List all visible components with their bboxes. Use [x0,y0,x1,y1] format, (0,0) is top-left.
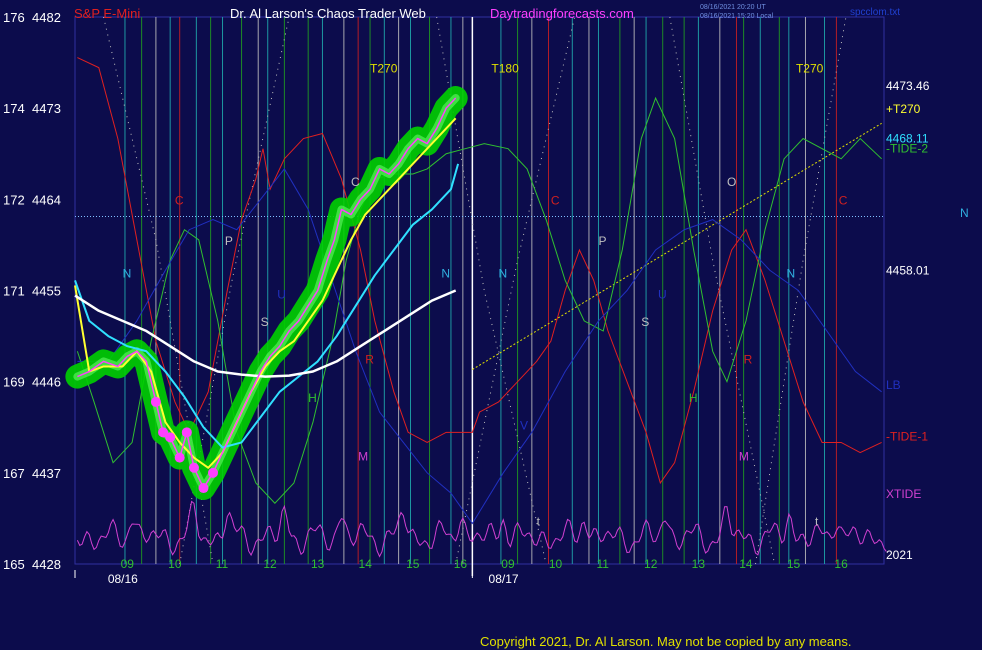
chart-annotation: T270 [796,62,824,76]
x-hour-label: 11 [216,557,229,571]
chart-annotation: C [551,193,560,207]
chart-annotation: C [351,175,360,189]
timestamp-local: 08/16/2021 15:20 Local [700,13,774,20]
x-hour-label: 16 [834,557,848,571]
chart-annotation: N [499,266,508,280]
price-point [198,483,209,494]
right-label: 4458.01 [886,263,930,277]
right-label: -TIDE-1 [886,429,928,443]
x-hour-label: 14 [359,557,373,571]
x-hour-label: 16 [454,557,468,571]
x-hour-label: 10 [549,557,563,571]
y-tick-label-right: 4455 [32,284,61,299]
chart-annotation: T180 [491,62,519,76]
x-hour-label: 15 [406,557,420,571]
x-hour-label: 09 [501,557,515,571]
chart-annotation: H [689,391,698,405]
chart-annotation: P [598,234,606,248]
y-tick-label-left: 174 [3,101,25,116]
x-hour-label: 11 [596,557,609,571]
right-label: 2021 [886,548,913,562]
y-tick-label-left: 167 [3,466,25,481]
mid-avg-line [74,163,460,449]
y-tick-label-left: 169 [3,375,25,390]
x-date-label: 08/16 [108,572,138,586]
y-tick-label-left: 165 [3,557,25,572]
chart-series [65,86,468,501]
y-tick-label-right: 4428 [32,557,61,572]
cycle-diagonal [455,16,576,565]
chart-annotation: N [786,266,795,280]
price-point [174,452,185,463]
chaos-trader-chart: 176 4482 174 4473 172 4464 171 4455 169 4446 167 44… [3,4,969,586]
right-label: 4473.46 [886,79,930,93]
y-tick-label-right: 4464 [32,192,61,207]
x-hour-label: 15 [787,557,801,571]
price-point [181,427,192,438]
chart-annotation: S [261,315,269,329]
symbol-label: S&P E-Mini [74,6,140,21]
chart-annotation: H [308,391,317,405]
price-point [208,467,219,478]
y-tick-label-right: 4473 [32,101,61,116]
y-tick-label-left: 172 [3,192,25,207]
projection-line [472,122,882,370]
price-point [165,432,176,443]
cycle-diagonal [755,16,847,565]
x-hour-label: 12 [644,557,658,571]
y-tick-label-left: 171 [3,284,25,299]
chart-annotation: C [175,193,184,207]
chart-header: S&P E-Mini Dr. Al Larson's Chaos Trader … [74,4,900,21]
file-label: spcclom.txt [850,7,900,18]
chart-annotation: P [225,234,233,248]
y-tick-label-right: 4446 [32,375,61,390]
price-point [188,462,199,473]
chart-annotation: S [641,315,649,329]
xtide-curve [76,500,887,558]
right-label: -TIDE-2 [886,142,928,156]
chart-annotation: M [358,450,368,464]
chart-annotation: N [441,266,450,280]
chart-annotation: U [658,288,667,302]
price-point [150,396,161,407]
chart-annotation: M [739,450,749,464]
right-label: +T270 [886,102,921,116]
x-date-label: 08/17 [489,572,519,586]
right-label: XTIDE [886,487,921,501]
y-tick-label-left: 176 [3,10,25,25]
chart-title: Dr. Al Larson's Chaos Trader Web [230,6,426,21]
x-hour-label: 14 [739,557,753,571]
right-label: LB [886,378,901,392]
x-hour-label: 13 [311,557,325,571]
chart-annotation: O [727,175,736,189]
x-hour-label: 09 [121,557,135,571]
chart-annotation: R [365,352,374,366]
chart-annotation: t [537,515,541,529]
chart-annotation: R [744,352,753,366]
chart-annotation: U [277,288,286,302]
timestamp-ut: 08/16/2021 20:20 UT [700,4,766,11]
y-tick-label-right: 4437 [32,466,61,481]
chart-annotation: N [123,266,132,280]
site-label: Daytradingforecasts.com [490,6,634,21]
y-tick-label-right: 4482 [32,10,61,25]
x-hour-label: 13 [692,557,706,571]
cycle-diagonal [669,16,776,565]
x-hour-label: 10 [168,557,182,571]
edge-label: N [960,206,969,220]
copyright-notice: Copyright 2021, Dr. Al Larson. May not b… [480,634,852,649]
chart-annotation: V [520,418,528,432]
chart-annotation: C [839,193,848,207]
x-hour-label: 12 [263,557,277,571]
chart-annotation: T270 [370,62,398,76]
